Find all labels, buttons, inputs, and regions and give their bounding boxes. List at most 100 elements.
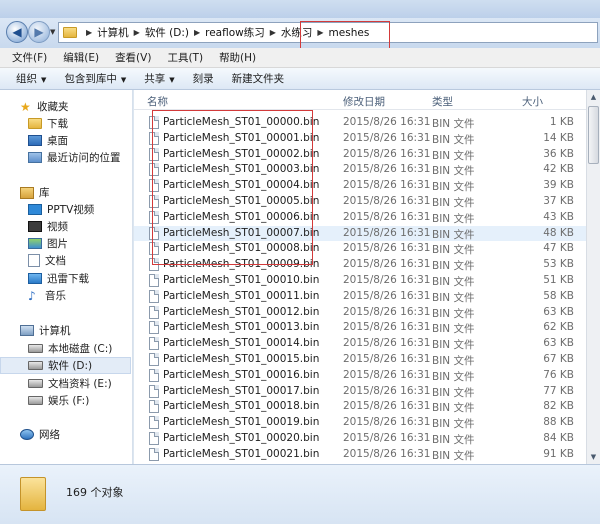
nav-libraries[interactable]: 库 xyxy=(20,184,50,201)
file-icon xyxy=(149,179,159,193)
menu-file[interactable]: 文件(F) xyxy=(12,50,47,65)
chevron-right-icon[interactable]: ▶ xyxy=(317,28,323,37)
recent-pages-dropdown-icon[interactable]: ▼ xyxy=(50,28,55,36)
menu-help[interactable]: 帮助(H) xyxy=(219,50,256,65)
cell-date: 2015/8/26 16:31 xyxy=(343,274,431,286)
breadcrumb-item[interactable]: 水练习 xyxy=(281,25,313,40)
column-header-size[interactable]: 大小 xyxy=(522,94,543,109)
chevron-right-icon[interactable]: ▶ xyxy=(270,28,276,37)
nav-item-desktop[interactable]: 桌面 xyxy=(28,132,68,149)
table-row[interactable]: ParticleMesh_ST01_00011.bin 2015/8/26 16:… xyxy=(134,289,586,305)
nav-item-videos[interactable]: 视频 xyxy=(28,218,68,235)
nav-item-pptv[interactable]: PPTV视频 xyxy=(28,201,94,218)
table-row[interactable]: ParticleMesh_ST01_00014.bin 2015/8/26 16:… xyxy=(134,336,586,352)
table-row[interactable]: ParticleMesh_ST01_00019.bin 2015/8/26 16:… xyxy=(134,415,586,431)
menu-view[interactable]: 查看(V) xyxy=(115,50,151,65)
scroll-down-icon[interactable]: ▼ xyxy=(587,450,600,464)
nav-item-drive-f[interactable]: 娱乐 (F:) xyxy=(28,392,89,409)
nav-network[interactable]: 网络 xyxy=(20,426,60,443)
vertical-scrollbar[interactable]: ▲ ▼ xyxy=(586,90,600,464)
cell-type: BIN 文件 xyxy=(432,260,475,273)
column-header-date[interactable]: 修改日期 xyxy=(343,94,385,109)
column-header-name[interactable]: 名称 xyxy=(147,94,168,109)
nav-item-drive-c[interactable]: 本地磁盘 (C:) xyxy=(28,340,112,357)
burn-button[interactable]: 刻录 xyxy=(193,71,214,86)
recent-places-icon xyxy=(28,152,42,163)
breadcrumb-item[interactable]: 软件 (D:) xyxy=(145,25,189,40)
nav-favorites[interactable]: ★ 收藏夹 xyxy=(20,98,69,115)
cell-size: 58 KB xyxy=(543,289,574,302)
chevron-right-icon[interactable]: ▶ xyxy=(134,28,140,37)
cell-type: BIN 文件 xyxy=(432,386,475,399)
include-in-library-button[interactable]: 包含到库中 ▼ xyxy=(64,71,126,86)
chevron-right-icon[interactable]: ▶ xyxy=(86,28,92,37)
file-icon xyxy=(149,163,159,177)
table-row[interactable]: ParticleMesh_ST01_00021.bin 2015/8/26 16:… xyxy=(134,447,586,463)
pictures-icon xyxy=(28,238,42,249)
table-row[interactable]: ParticleMesh_ST01_00000.bin 2015/8/26 16:… xyxy=(134,115,586,131)
cell-date: 2015/8/26 16:31 xyxy=(343,337,431,350)
cell-name: ParticleMesh_ST01_00019.bin xyxy=(163,416,320,429)
table-row[interactable]: ParticleMesh_ST01_00012.bin 2015/8/26 16:… xyxy=(134,305,586,321)
cell-size: 91 KB xyxy=(543,447,574,460)
breadcrumb-item[interactable]: 计算机 xyxy=(97,25,129,40)
table-row[interactable]: ParticleMesh_ST01_00008.bin 2015/8/26 16:… xyxy=(134,241,586,257)
cell-name: ParticleMesh_ST01_00013.bin xyxy=(163,321,320,334)
nav-item-drive-d[interactable]: 软件 (D:) xyxy=(0,357,131,374)
nav-item-thunder[interactable]: 迅雷下载 xyxy=(28,270,89,287)
cell-name: ParticleMesh_ST01_00010.bin xyxy=(163,274,320,286)
chevron-right-icon[interactable]: ▶ xyxy=(194,28,200,37)
file-icon xyxy=(149,226,159,240)
breadcrumb-item-current[interactable]: meshes xyxy=(329,27,370,39)
scroll-thumb[interactable] xyxy=(588,106,599,164)
table-row[interactable]: ParticleMesh_ST01_00006.bin 2015/8/26 16:… xyxy=(134,210,586,226)
table-row[interactable]: ParticleMesh_ST01_00016.bin 2015/8/26 16:… xyxy=(134,368,586,384)
table-row[interactable]: ParticleMesh_ST01_00004.bin 2015/8/26 16:… xyxy=(134,178,586,194)
cell-name: ParticleMesh_ST01_00002.bin xyxy=(163,147,320,160)
nav-computer[interactable]: 计算机 xyxy=(20,322,71,339)
cell-date: 2015/8/26 16:31 xyxy=(343,289,431,302)
table-row[interactable]: ParticleMesh_ST01_00003.bin 2015/8/26 16:… xyxy=(134,162,586,178)
table-row[interactable]: ParticleMesh_ST01_00015.bin 2015/8/26 16:… xyxy=(134,352,586,368)
cell-date: 2015/8/26 16:31 xyxy=(343,179,431,192)
table-row[interactable]: ParticleMesh_ST01_00005.bin 2015/8/26 16:… xyxy=(134,194,586,210)
forward-button[interactable]: ▶ xyxy=(28,21,50,43)
cell-date: 2015/8/26 16:31 xyxy=(343,258,431,271)
table-row[interactable]: ParticleMesh_ST01_00002.bin 2015/8/26 16:… xyxy=(134,147,586,163)
table-row[interactable]: ParticleMesh_ST01_00020.bin 2015/8/26 16:… xyxy=(134,431,586,447)
new-folder-button[interactable]: 新建文件夹 xyxy=(232,71,285,86)
back-button[interactable]: ◀ xyxy=(6,21,28,43)
cell-type: BIN 文件 xyxy=(432,165,475,178)
nav-item-drive-e[interactable]: 文档资料 (E:) xyxy=(28,375,112,392)
scroll-up-icon[interactable]: ▲ xyxy=(587,90,600,104)
menu-edit[interactable]: 编辑(E) xyxy=(63,50,99,65)
document-icon xyxy=(28,254,40,267)
table-row[interactable]: ParticleMesh_ST01_00013.bin 2015/8/26 16:… xyxy=(134,320,586,336)
cell-date: 2015/8/26 16:31 xyxy=(343,400,431,413)
nav-item-downloads[interactable]: 下载 xyxy=(28,115,68,132)
nav-item-recent[interactable]: 最近访问的位置 xyxy=(28,149,121,166)
nav-item-music[interactable]: ♪ 音乐 xyxy=(28,287,66,304)
table-row[interactable]: ParticleMesh_ST01_00007.bin 2015/8/26 16:… xyxy=(134,225,586,242)
table-row[interactable]: ParticleMesh_ST01_00009.bin 2015/8/26 16:… xyxy=(134,257,586,273)
nav-item-documents[interactable]: 文档 xyxy=(28,252,66,269)
cell-date: 2015/8/26 16:31 xyxy=(343,447,431,460)
cell-name: ParticleMesh_ST01_00014.bin xyxy=(163,337,320,350)
table-row[interactable]: ParticleMesh_ST01_00010.bin 2015/8/26 16:… xyxy=(134,273,586,289)
pptv-icon xyxy=(28,204,42,215)
table-row[interactable]: ParticleMesh_ST01_00017.bin 2015/8/26 16:… xyxy=(134,384,586,400)
share-button[interactable]: 共享 ▼ xyxy=(144,71,174,86)
cell-type: BIN 文件 xyxy=(432,118,475,130)
file-icon xyxy=(149,274,159,287)
table-row[interactable]: ParticleMesh_ST01_00001.bin 2015/8/26 16:… xyxy=(134,131,586,147)
table-row[interactable]: ParticleMesh_ST01_00018.bin 2015/8/26 16:… xyxy=(134,399,586,415)
address-bar[interactable]: ▶ 计算机 ▶ 软件 (D:) ▶ reaflow练习 ▶ 水练习 ▶ mesh… xyxy=(58,22,598,43)
menu-tools[interactable]: 工具(T) xyxy=(167,50,203,65)
column-header-type[interactable]: 类型 xyxy=(432,94,453,109)
breadcrumb-item[interactable]: reaflow练习 xyxy=(205,25,265,40)
cell-type: BIN 文件 xyxy=(432,307,475,320)
cell-date: 2015/8/26 16:31 xyxy=(343,195,431,207)
organize-button[interactable]: 组织 ▼ xyxy=(16,71,46,86)
cell-date: 2015/8/26 16:31 xyxy=(343,226,431,239)
nav-item-pictures[interactable]: 图片 xyxy=(28,235,68,252)
